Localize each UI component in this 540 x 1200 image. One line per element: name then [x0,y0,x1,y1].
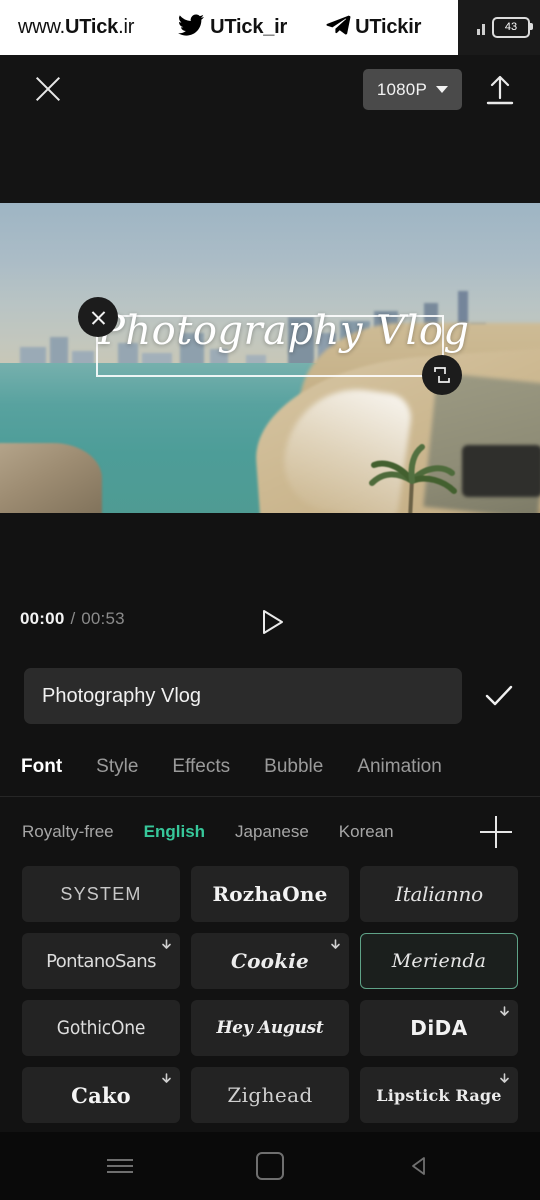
font-label: Italianno [395,882,483,906]
tab-animation[interactable]: Animation [357,756,442,778]
add-font-button[interactable] [480,816,512,848]
font-tile-merienda[interactable]: Merienda [360,933,518,989]
time-display: 00:00 / 00:53 [20,609,125,629]
editor-tabs: Font Style Effects Bubble Animation [0,744,540,790]
battery-icon: 43 [492,17,533,38]
back-icon[interactable] [403,1149,437,1183]
lang-english[interactable]: English [144,822,205,842]
check-icon [485,685,513,706]
telegram-icon [325,13,351,42]
tabs-divider [0,796,540,797]
tab-style[interactable]: Style [96,756,138,778]
watermark-twitter-handle: UTick_ir [210,16,288,38]
close-icon[interactable] [30,71,66,107]
home-icon[interactable] [253,1149,287,1183]
download-icon [330,939,341,952]
font-label: RozhaOne [212,882,328,906]
twitter-icon [176,12,206,43]
caption-text-input[interactable] [24,668,462,724]
language-filter-row: Royalty-free English Japanese Korean [0,808,540,856]
time-separator: / [70,609,76,628]
play-icon [263,610,283,634]
overlay-caption-text: Photography Vlog [98,308,470,354]
signal-icon [477,21,485,35]
current-time: 00:00 [20,609,65,628]
editor-header: 1080P [0,55,540,203]
download-icon [499,1006,510,1019]
font-tile-gothicone[interactable]: GothicOne [22,1000,180,1056]
font-tile-system[interactable]: SYSTEM [22,866,180,922]
font-tile-cookie[interactable]: Cookie [191,933,349,989]
overlay-resize-handle[interactable] [422,355,462,395]
chevron-down-icon [436,86,448,93]
watermark-website: www.UTick.ir [18,16,135,38]
palm-tree [352,431,472,513]
watermark-telegram: UTickir [325,13,421,42]
font-label: Lipstick Rage [376,1085,502,1105]
font-grid: SYSTEM RozhaOne Italianno PontanoSans Co… [22,866,522,1123]
font-label: PontanoSans [46,950,156,972]
status-indicators: 43 [477,0,533,55]
download-icon [161,1073,172,1086]
resize-icon [434,367,450,383]
font-label: GothicOne [56,1017,146,1039]
font-tile-lipstickrage[interactable]: Lipstick Rage [360,1067,518,1123]
font-label: DiDA [410,1016,468,1040]
export-icon[interactable] [480,71,520,111]
font-tile-cako[interactable]: Cako [22,1067,180,1123]
font-tile-italianno[interactable]: Italianno [360,866,518,922]
tab-font[interactable]: Font [21,756,62,778]
font-label: Cookie [231,949,309,973]
phone-screen: www.UTick.ir UTick_ir UTickir 43 1080P P… [0,0,540,1200]
font-label: Cako [71,1082,131,1108]
play-button[interactable] [256,606,288,638]
battery-level: 43 [504,21,518,33]
font-tile-dida[interactable]: DiDA [360,1000,518,1056]
download-icon [161,939,172,952]
resolution-label: 1080P [376,79,427,99]
font-label: Hey August [216,1018,324,1038]
text-overlay-box[interactable]: Photography Vlog [78,297,469,395]
timeline-bar: 00:00 / 00:53 [0,513,540,653]
tab-bubble[interactable]: Bubble [264,756,323,778]
tab-effects[interactable]: Effects [172,756,230,778]
recents-icon[interactable] [103,1149,137,1183]
font-tile-rozhaone[interactable]: RozhaOne [191,866,349,922]
confirm-button[interactable] [478,676,520,716]
download-icon [499,1073,510,1086]
watermark-telegram-handle: UTickir [355,16,422,38]
font-label: SYSTEM [60,883,142,904]
watermark-banner: www.UTick.ir UTick_ir UTickir [0,0,458,55]
font-label: Zighead [227,1083,313,1107]
text-edit-row [0,668,540,724]
status-bar: www.UTick.ir UTick_ir UTickir 43 [0,0,540,55]
video-preview[interactable]: Photography Vlog [0,203,540,513]
lang-korean[interactable]: Korean [339,822,394,842]
font-label: Merienda [391,950,487,972]
close-icon [90,309,107,326]
total-time: 00:53 [81,609,125,628]
font-tile-zighead[interactable]: Zighead [191,1067,349,1123]
overlay-delete-handle[interactable] [78,297,118,337]
font-tile-heyaugust[interactable]: Hey August [191,1000,349,1056]
lang-japanese[interactable]: Japanese [235,822,309,842]
watermark-twitter: UTick_ir [176,12,287,43]
resolution-selector[interactable]: 1080P [362,69,462,110]
font-tile-pontanosans[interactable]: PontanoSans [22,933,180,989]
android-navigation-bar [0,1132,540,1200]
lang-royalty-free[interactable]: Royalty-free [22,822,114,842]
